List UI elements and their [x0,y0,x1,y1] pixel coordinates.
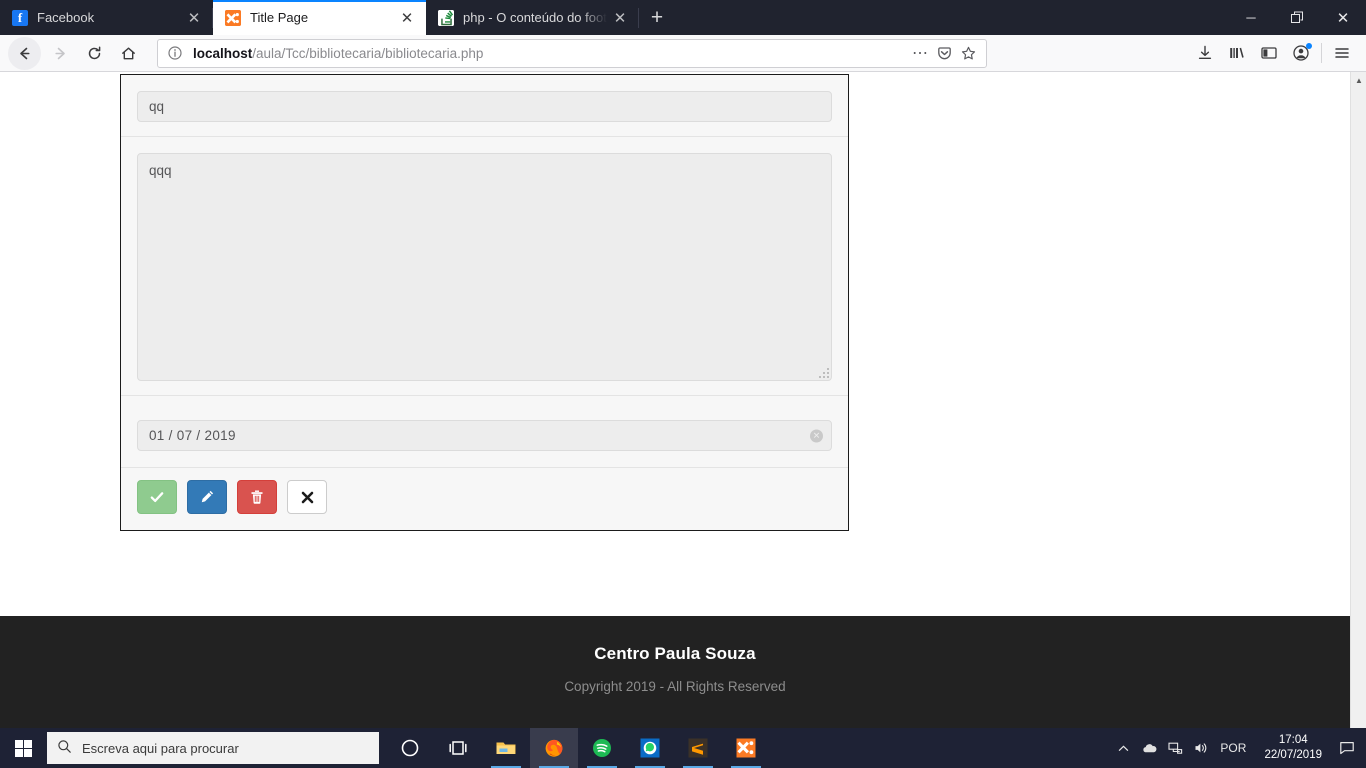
tab-title: Facebook [37,10,95,25]
xampp-icon [225,9,241,26]
tray-date: 22/07/2019 [1264,749,1322,761]
tab-close-icon[interactable]: ✕ [394,5,420,31]
scroll-down-arrow-icon[interactable] [1351,711,1366,728]
pocket-icon[interactable] [932,41,956,65]
system-tray: POR 17:04 22/07/2019 [1110,728,1366,768]
task-view-icon[interactable] [434,728,482,768]
windows-start-icon[interactable] [0,728,47,768]
info-circle-icon[interactable] [166,44,184,62]
home-button[interactable] [111,38,145,68]
taskbar-app-buttons [386,728,770,768]
firefox-icon[interactable] [530,728,578,768]
windows-taskbar: Escreva aqui para procurar POR 17:04 22/… [0,728,1366,768]
tray-language[interactable]: POR [1214,741,1256,755]
browser-tab-stackoverflow[interactable]: php - O conteúdo do footer nã ✕ [426,0,639,35]
title-input[interactable] [137,91,832,122]
hamburger-menu-icon[interactable] [1326,38,1358,68]
title-field-section [121,75,848,137]
date-field-section: 01 / 07 / 2019 ✕ [121,396,848,468]
cloud-icon[interactable] [1136,728,1162,768]
speaker-icon[interactable] [1188,728,1214,768]
account-icon[interactable] [1285,38,1317,68]
window-controls: ─ ✕ [1228,0,1366,35]
form-card: qqq 01 / 07 / 2019 ✕ [120,74,849,531]
page-viewport: qqq 01 / 07 / 2019 ✕ [0,72,1366,728]
url-bar[interactable]: localhost/aula/Tcc/bibliotecaria/bibliot… [157,38,987,68]
browser-toolbar-right [1189,38,1358,68]
tab-close-icon[interactable]: ✕ [181,5,207,31]
spotify-icon[interactable] [578,728,626,768]
navigation-toolbar: localhost/aula/Tcc/bibliotecaria/bibliot… [0,35,1366,72]
tab-title: php - O conteúdo do footer nã [463,10,607,25]
url-text[interactable]: localhost/aula/Tcc/bibliotecaria/bibliot… [193,46,908,61]
library-icon[interactable] [1221,38,1253,68]
toolbar-divider [1321,43,1322,63]
network-icon[interactable] [1162,728,1188,768]
browser-tab-title-page[interactable]: Title Page ✕ [213,0,426,35]
browser-tab-facebook[interactable]: f Facebook ✕ [0,0,213,35]
date-input-value: 01 / 07 / 2019 [149,428,236,443]
site-footer: Centro Paula Souza Copyright 2019 - All … [0,616,1350,728]
stackoverflow-icon [438,9,454,26]
scroll-up-arrow-icon[interactable]: ▲ [1351,72,1366,89]
date-clear-button[interactable]: ✕ [810,429,823,442]
start-glyph [15,739,32,757]
form-action-buttons [121,468,848,530]
star-icon[interactable] [956,41,980,65]
url-path: /aula/Tcc/bibliotecaria/bibliotecaria.ph… [252,45,484,61]
tray-clock[interactable]: 17:04 22/07/2019 [1256,733,1330,763]
browser-window: f Facebook ✕ Title Page ✕ php - O conteú… [0,0,1366,728]
description-field-section: qqq [121,137,848,396]
minimize-button[interactable]: ─ [1228,0,1274,35]
description-textarea-value: qqq [149,163,172,178]
delete-button[interactable] [237,480,277,514]
textarea-resize-grip[interactable] [819,368,829,378]
account-notification-badge [1306,43,1312,49]
back-button[interactable] [8,36,41,70]
whatsapp-icon[interactable] [626,728,674,768]
description-textarea[interactable]: qqq [137,153,832,381]
tray-time: 17:04 [1278,734,1308,746]
edit-button[interactable] [187,480,227,514]
url-host: localhost [193,45,253,61]
sublime-text-icon[interactable] [674,728,722,768]
date-input[interactable]: 01 / 07 / 2019 ✕ [137,420,832,451]
page-content: qqq 01 / 07 / 2019 ✕ [0,72,1350,728]
reload-button[interactable] [77,38,111,68]
notification-icon[interactable] [1330,728,1364,768]
confirm-button[interactable] [137,480,177,514]
cortana-circle-icon[interactable] [386,728,434,768]
ellipsis-icon[interactable]: ⋯ [908,41,932,65]
sidebar-icon[interactable] [1253,38,1285,68]
new-tab-button[interactable]: + [639,0,675,35]
tab-strip: f Facebook ✕ Title Page ✕ php - O conteú… [0,0,1366,35]
taskbar-search-placeholder: Escreva aqui para procurar [82,740,239,756]
search-icon [57,739,72,757]
file-explorer-icon[interactable] [482,728,530,768]
download-icon[interactable] [1189,38,1221,68]
chevron-up-icon[interactable] [1110,728,1136,768]
tab-title: Title Page [250,10,309,25]
footer-copyright: Copyright 2019 - All Rights Reserved [564,679,786,694]
page-scrollbar[interactable]: ▲ [1350,72,1366,728]
cancel-button[interactable] [287,480,327,514]
tab-close-icon[interactable]: ✕ [607,5,633,31]
footer-title: Centro Paula Souza [594,644,756,663]
close-window-button[interactable]: ✕ [1320,0,1366,35]
xampp-icon[interactable] [722,728,770,768]
facebook-icon: f [12,9,28,26]
maximize-restore-button[interactable] [1274,0,1320,35]
taskbar-search-input[interactable]: Escreva aqui para procurar [47,732,379,764]
forward-button [43,38,77,68]
